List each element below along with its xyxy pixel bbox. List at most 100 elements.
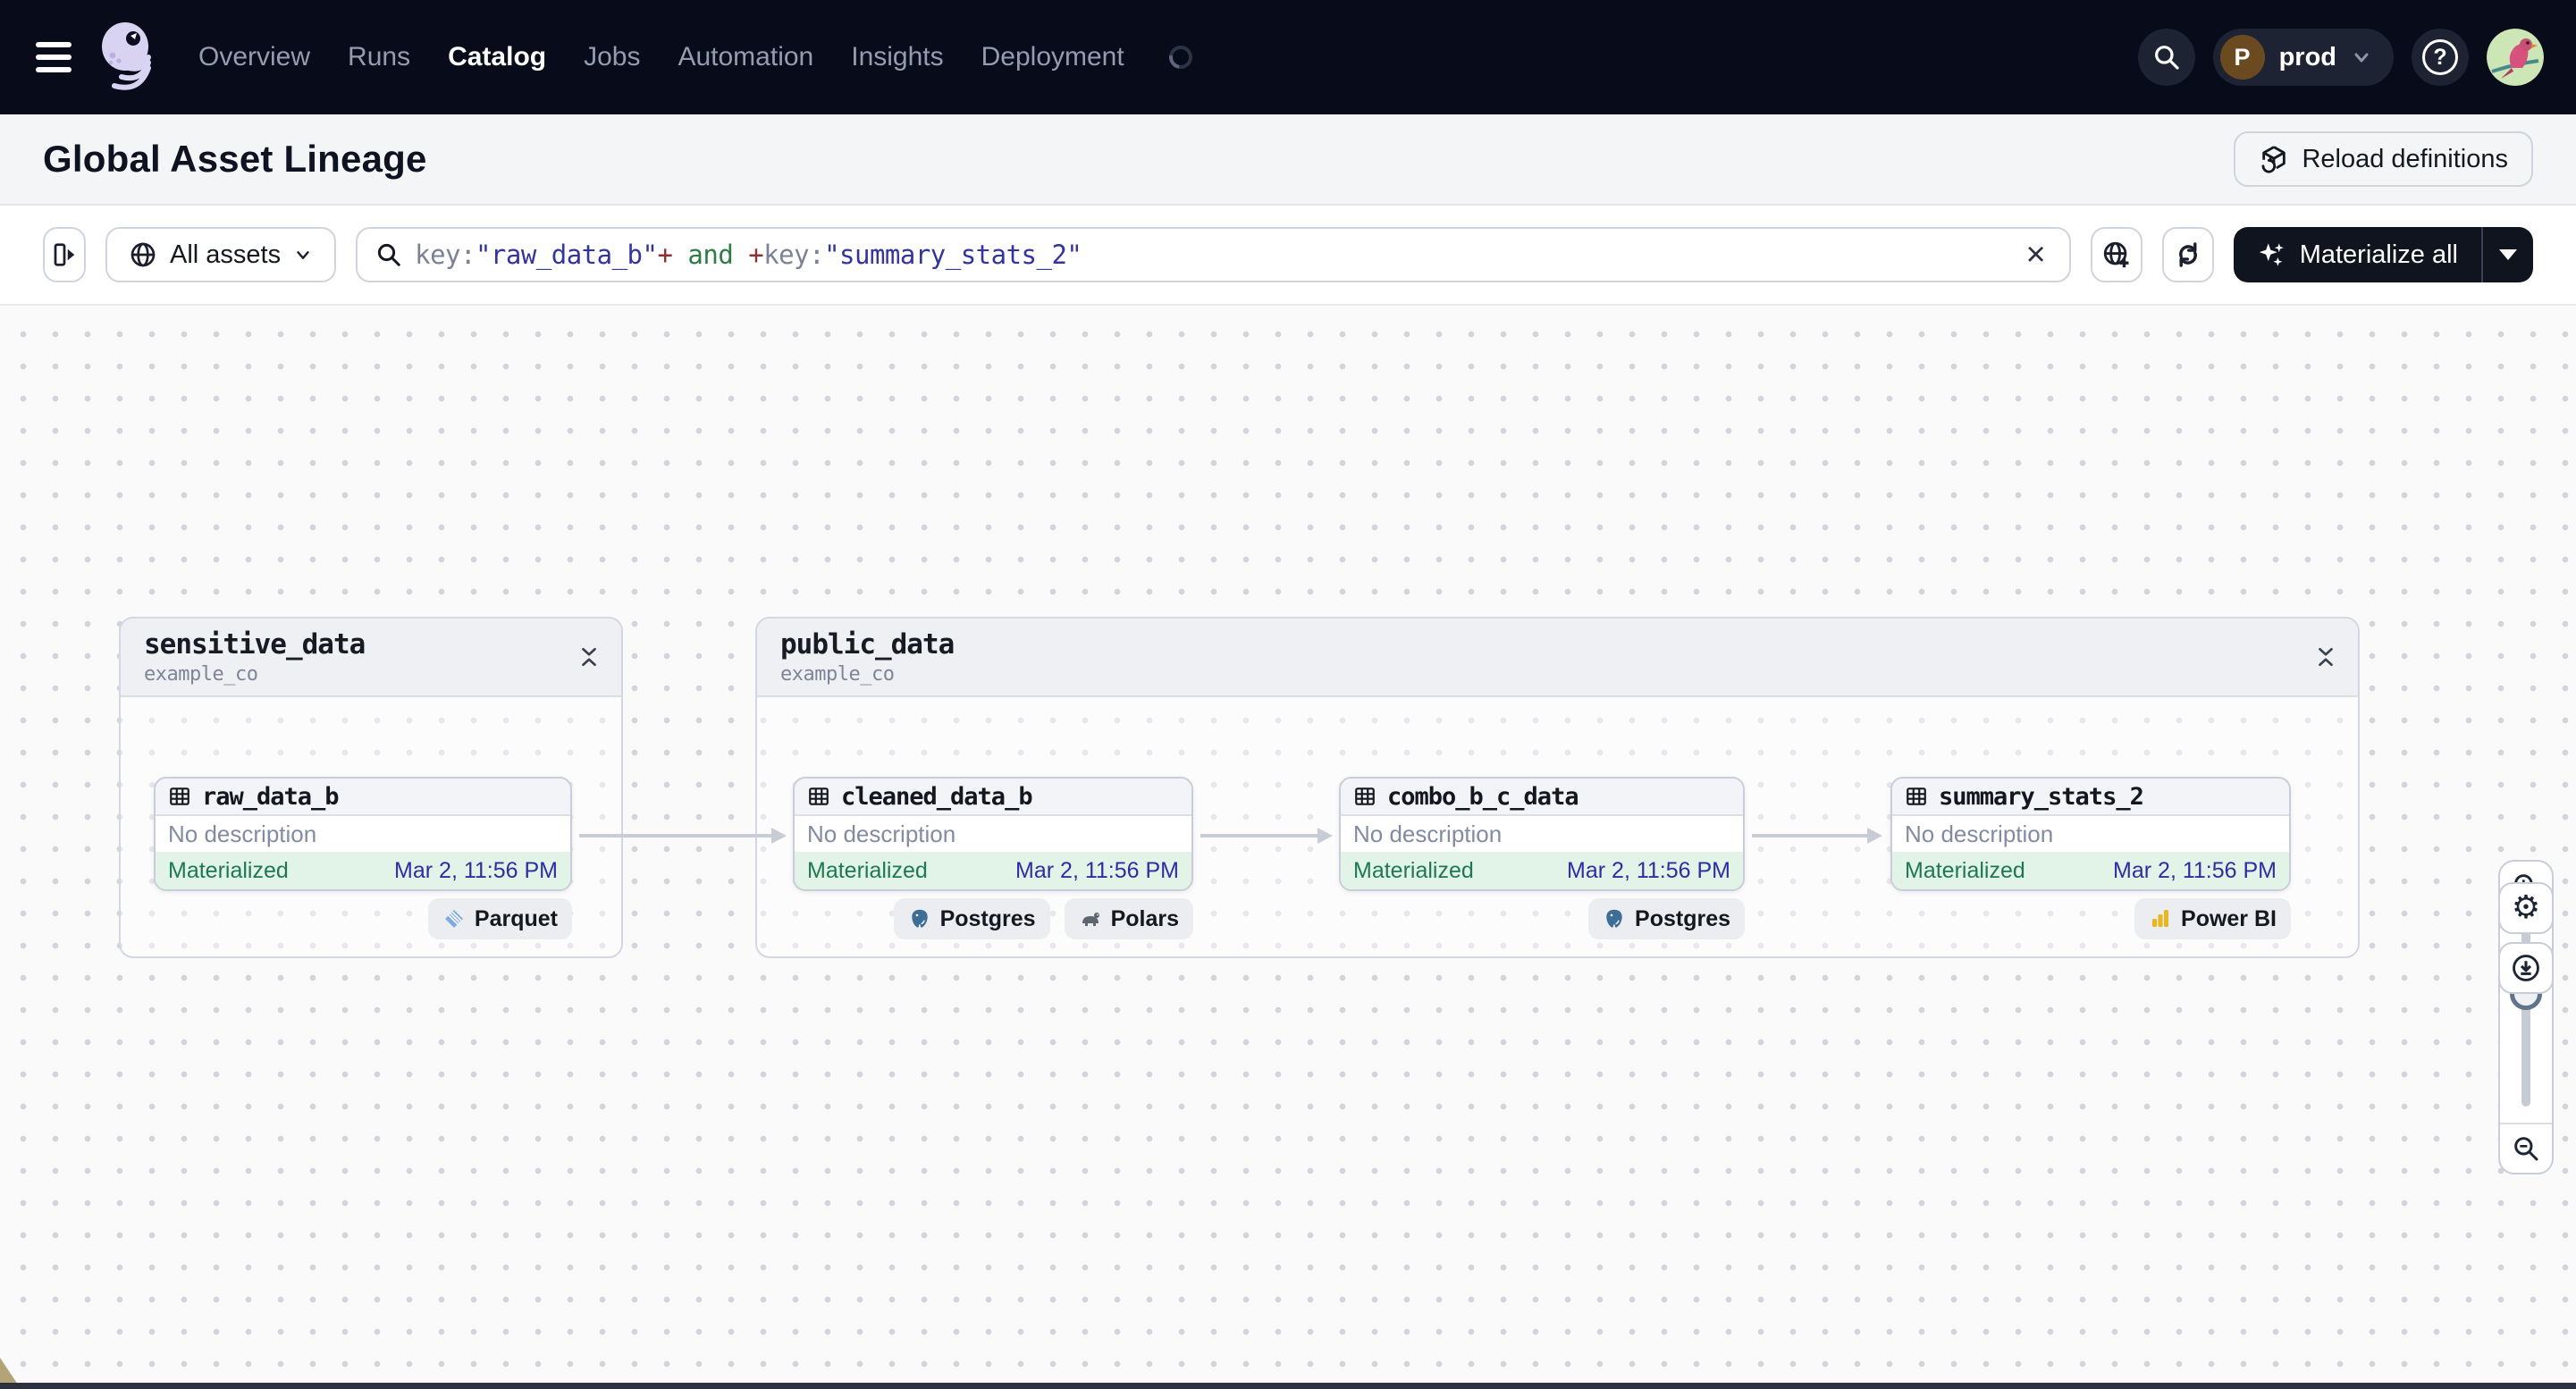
asset-description: No description xyxy=(1353,820,1503,847)
chevron-down-icon xyxy=(297,251,309,259)
menu-icon[interactable] xyxy=(36,38,75,77)
asset-node-cleaned-data-b[interactable]: cleaned_data_b No description Materializ… xyxy=(793,777,1193,891)
group-header[interactable]: sensitive_data example_co xyxy=(121,619,621,697)
globe-plus-icon xyxy=(2103,241,2129,268)
globe-icon xyxy=(130,242,156,267)
nav-link-runs[interactable]: Runs xyxy=(348,42,410,72)
query-field-token: key: xyxy=(415,240,476,270)
materialization-timestamp[interactable]: Mar 2, 11:56 PM xyxy=(1015,858,1179,884)
edge-cleaned-to-combo xyxy=(1200,828,1333,844)
asset-search-input[interactable]: key:"raw_data_b"+ and +key:"summary_stat… xyxy=(356,227,2071,282)
nav-link-insights[interactable]: Insights xyxy=(851,42,943,72)
table-icon xyxy=(1907,787,1926,805)
materialization-timestamp[interactable]: Mar 2, 11:56 PM xyxy=(394,858,558,884)
asset-node-raw-data-b[interactable]: raw_data_b No description Materialized M… xyxy=(154,777,572,891)
collapse-group-icon[interactable] xyxy=(578,646,600,668)
tag-label: Postgres xyxy=(1635,905,1730,931)
group-location: example_co xyxy=(144,663,258,686)
materialization-timestamp[interactable]: Mar 2, 11:56 PM xyxy=(2113,858,2277,884)
edge-combo-to-summary xyxy=(1752,828,1882,844)
nav-link-jobs[interactable]: Jobs xyxy=(584,42,640,72)
query-plus-token: + xyxy=(657,240,673,270)
download-graph-button[interactable] xyxy=(2498,942,2554,994)
nav-right: P prod ? xyxy=(2137,29,2544,86)
powerbi-icon xyxy=(2152,910,2169,927)
asset-node-combo-b-c-data[interactable]: combo_b_c_data No description Materializ… xyxy=(1339,777,1745,891)
tag-label: Parquet xyxy=(474,905,558,931)
query-and-token: and xyxy=(672,240,749,270)
asset-tags: Power BI xyxy=(1890,898,2291,939)
asset-node-header: summary_stats_2 xyxy=(1892,779,2289,816)
asset-name: summary_stats_2 xyxy=(1939,782,2144,811)
download-icon xyxy=(2513,955,2539,981)
polars-icon xyxy=(1082,913,1099,926)
graph-settings-button[interactable]: ⚙ xyxy=(2498,882,2554,934)
asset-status-row: Materialized Mar 2, 11:56 PM xyxy=(1892,852,2289,889)
collapse-group-icon[interactable] xyxy=(2315,646,2336,668)
tag-polars[interactable]: Polars xyxy=(1064,898,1193,939)
user-avatar[interactable] xyxy=(2487,29,2544,86)
status-badge: Materialized xyxy=(1353,857,1474,883)
zoom-out-icon xyxy=(2514,1137,2538,1161)
tag-power-bi[interactable]: Power BI xyxy=(2134,898,2291,939)
asset-tags: Postgres xyxy=(1339,898,1745,939)
nav-link-overview[interactable]: Overview xyxy=(198,42,310,72)
asset-node-header: combo_b_c_data xyxy=(1341,779,1743,816)
asset-tags: Parquet xyxy=(154,898,572,939)
chevron-down-icon xyxy=(2354,53,2369,63)
open-left-panel-button[interactable] xyxy=(43,227,86,282)
lineage-graph-canvas[interactable]: sensitive_data example_co public_data ex… xyxy=(0,304,2576,1389)
clear-search-icon[interactable]: × xyxy=(2021,238,2051,272)
asset-name: cleaned_data_b xyxy=(841,782,1033,811)
zoom-out-button[interactable] xyxy=(2500,1123,2552,1173)
environment-switcher[interactable]: P prod xyxy=(2212,29,2394,86)
environment-name: prod xyxy=(2278,42,2336,72)
asset-description: No description xyxy=(807,820,956,847)
table-icon xyxy=(809,787,829,805)
nav-link-deployment[interactable]: Deployment xyxy=(981,42,1124,72)
table-icon xyxy=(1355,787,1375,805)
asset-name: combo_b_c_data xyxy=(1387,782,1579,811)
materialization-timestamp[interactable]: Mar 2, 11:56 PM xyxy=(1567,858,1730,884)
asset-node-summary-stats-2[interactable]: summary_stats_2 No description Materiali… xyxy=(1890,777,2291,891)
materialize-all-label: Materialize all xyxy=(2299,240,2458,269)
edge-raw-to-cleaned xyxy=(579,828,787,844)
nav-link-automation[interactable]: Automation xyxy=(678,42,813,72)
graph-query-button[interactable] xyxy=(2090,227,2142,282)
asset-node-header: raw_data_b xyxy=(156,779,570,816)
nav-link-catalog[interactable]: Catalog xyxy=(448,42,546,72)
postgres-icon xyxy=(1606,909,1622,928)
top-nav: Overview Runs Catalog Jobs Automation In… xyxy=(0,0,2576,114)
search-button[interactable] xyxy=(2137,29,2195,86)
status-badge: Materialized xyxy=(168,857,289,883)
query-field-token: key: xyxy=(763,240,825,270)
refresh-button[interactable] xyxy=(2161,227,2214,282)
nav-links: Overview Runs Catalog Jobs Automation In… xyxy=(198,40,1197,74)
environment-avatar: P xyxy=(2219,35,2265,80)
reload-definitions-button[interactable]: Reload definitions xyxy=(2234,131,2533,187)
materialize-all-main[interactable]: Materialize all xyxy=(2234,227,2481,282)
materialize-all-button[interactable]: Materialize all xyxy=(2233,227,2533,282)
page-header: Global Asset Lineage Reload definitions xyxy=(0,114,2576,206)
page-title: Global Asset Lineage xyxy=(43,138,427,180)
search-icon xyxy=(2154,46,2179,70)
asset-status-row: Materialized Mar 2, 11:56 PM xyxy=(1341,852,1743,889)
help-button[interactable]: ? xyxy=(2412,29,2469,86)
tag-postgres[interactable]: Postgres xyxy=(1588,898,1745,939)
query-plus-token: + xyxy=(748,240,764,270)
asset-scope-dropdown[interactable]: All assets xyxy=(105,227,337,282)
group-header[interactable]: public_data example_co xyxy=(757,619,2358,697)
postgres-icon xyxy=(911,909,928,928)
dagster-logo-icon[interactable] xyxy=(98,20,157,95)
asset-description: No description xyxy=(1905,820,2054,847)
help-icon: ? xyxy=(2422,39,2458,75)
tag-parquet[interactable]: Parquet xyxy=(427,898,572,939)
materialize-options-button[interactable] xyxy=(2481,227,2533,282)
refresh-icon xyxy=(2178,242,2197,267)
query-value-token: "raw_data_b" xyxy=(475,240,658,270)
lineage-toolbar: All assets key:"raw_data_b"+ and +key:"s… xyxy=(0,206,2576,304)
asset-status-row: Materialized Mar 2, 11:56 PM xyxy=(156,852,570,889)
asset-status-row: Materialized Mar 2, 11:56 PM xyxy=(795,852,1191,889)
tag-label: Power BI xyxy=(2181,905,2277,931)
tag-postgres[interactable]: Postgres xyxy=(893,898,1050,939)
